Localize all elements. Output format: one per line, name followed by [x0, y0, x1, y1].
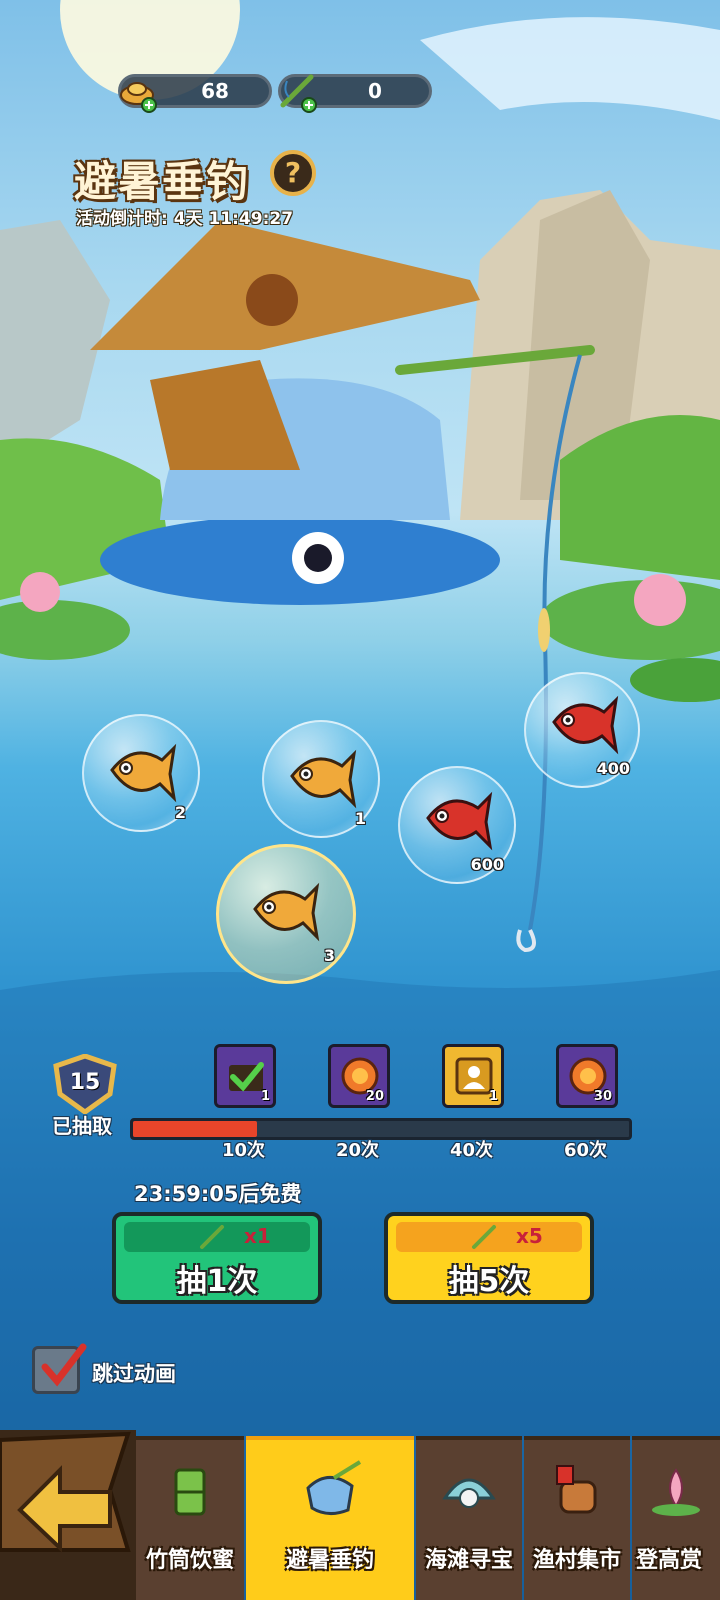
- draw-1-button[interactable]: x1 抽1次: [112, 1212, 322, 1304]
- tab-beach-treasure[interactable]: 海滩寻宝: [416, 1436, 522, 1600]
- help-button[interactable]: ?: [270, 150, 316, 196]
- drawn-label: 已抽取: [52, 1114, 112, 1138]
- golden-fish-icon: [110, 743, 177, 803]
- fish-bubble[interactable]: 2: [82, 714, 200, 832]
- fish-bubble[interactable]: 400: [524, 672, 640, 788]
- gold-ingot-value: 68: [201, 79, 229, 103]
- bamboo-cup-icon: [174, 1468, 206, 1516]
- tab-label: 登高赏: [636, 1548, 703, 1573]
- tab-label: 海滩寻宝: [424, 1548, 513, 1573]
- draw-1-cost: x1: [124, 1222, 310, 1252]
- shell-pearl-icon: [442, 1478, 496, 1508]
- game-scene: 68 0 避暑垂钓 ? 活动倒计时: 4天 11:49:27 2 1 600 4…: [0, 0, 720, 1600]
- fish-bubble[interactable]: 600: [398, 766, 516, 884]
- back-button[interactable]: [0, 1430, 136, 1600]
- draw-5-label: 抽5次: [448, 1264, 530, 1299]
- draw-5-button[interactable]: x5 抽5次: [384, 1212, 594, 1304]
- red-fish-icon: [552, 695, 619, 755]
- milestone-reward-20[interactable]: 20: [328, 1044, 390, 1108]
- milestone-reward-count: 30: [593, 1089, 612, 1104]
- gold-ingot-icon: [120, 82, 157, 113]
- fishing-rod-icon: [280, 74, 317, 113]
- lotus-icon: [652, 1468, 700, 1516]
- skip-animation-label: 跳过动画: [92, 1362, 176, 1386]
- tab-summer-fishing[interactable]: 避暑垂钓: [246, 1436, 414, 1600]
- tab-bamboo-honey[interactable]: 竹筒饮蜜: [136, 1436, 244, 1600]
- fishing-rod-counter[interactable]: 0: [278, 74, 432, 113]
- draw-1-cost-value: x1: [244, 1224, 271, 1248]
- market-jar-icon: [556, 1465, 597, 1514]
- event-countdown: 活动倒计时: 4天 11:49:27: [76, 209, 294, 229]
- tab-label: 避暑垂钓: [285, 1548, 374, 1573]
- milestone-reward-count: 20: [365, 1089, 384, 1104]
- free-draw-timer: 23:59:05后免费: [134, 1182, 302, 1206]
- milestone-reward-40[interactable]: 1: [442, 1044, 504, 1108]
- red-fish-icon: [426, 791, 493, 851]
- event-title: 避暑垂钓: [74, 157, 251, 206]
- milestone-reward-count: 1: [260, 1089, 270, 1104]
- milestone-label: 10次: [222, 1140, 266, 1161]
- tab-climb-view[interactable]: 登高赏: [632, 1436, 720, 1600]
- milestone-reward-10[interactable]: 1: [214, 1044, 276, 1108]
- fish-bubble-selected[interactable]: 3: [216, 844, 356, 984]
- tab-label: 竹筒饮蜜: [145, 1548, 234, 1573]
- milestone-label: 20次: [336, 1140, 380, 1161]
- checkmark-icon: [41, 1343, 87, 1387]
- golden-fish-icon: [290, 749, 357, 809]
- back-arrow-icon: [0, 1431, 131, 1553]
- fish-count: 1: [354, 809, 366, 828]
- draw-1-label: 抽1次: [176, 1264, 258, 1299]
- fishing-rod-icon: [472, 1225, 496, 1249]
- gold-ingot-counter[interactable]: 68: [118, 74, 272, 113]
- milestone-label: 40次: [450, 1140, 494, 1161]
- fish-count: 600: [470, 855, 504, 874]
- draw-progress-bar: [130, 1118, 632, 1140]
- skip-animation-checkbox[interactable]: [32, 1343, 87, 1394]
- milestone-reward-60[interactable]: 30: [556, 1044, 618, 1108]
- fishing-rod-icon: [200, 1225, 224, 1249]
- fish-count: 3: [323, 946, 335, 965]
- draw-count: 15: [69, 1070, 101, 1095]
- golden-fish-icon: [253, 882, 320, 942]
- fish-bubble[interactable]: 1: [262, 720, 380, 838]
- milestone-label: 60次: [564, 1140, 608, 1161]
- draw-5-cost: x5: [396, 1222, 582, 1252]
- draw-5-cost-value: x5: [516, 1224, 543, 1248]
- fish-count: 400: [596, 759, 630, 778]
- fisherman-icon: [306, 1460, 362, 1515]
- draw-progress-fill: [133, 1121, 257, 1137]
- tab-village-market[interactable]: 渔村集市: [524, 1436, 630, 1600]
- fishing-rod-value: 0: [368, 79, 382, 103]
- milestone-reward-count: 1: [488, 1089, 498, 1104]
- fish-count: 2: [174, 803, 186, 822]
- tab-label: 渔村集市: [532, 1548, 621, 1573]
